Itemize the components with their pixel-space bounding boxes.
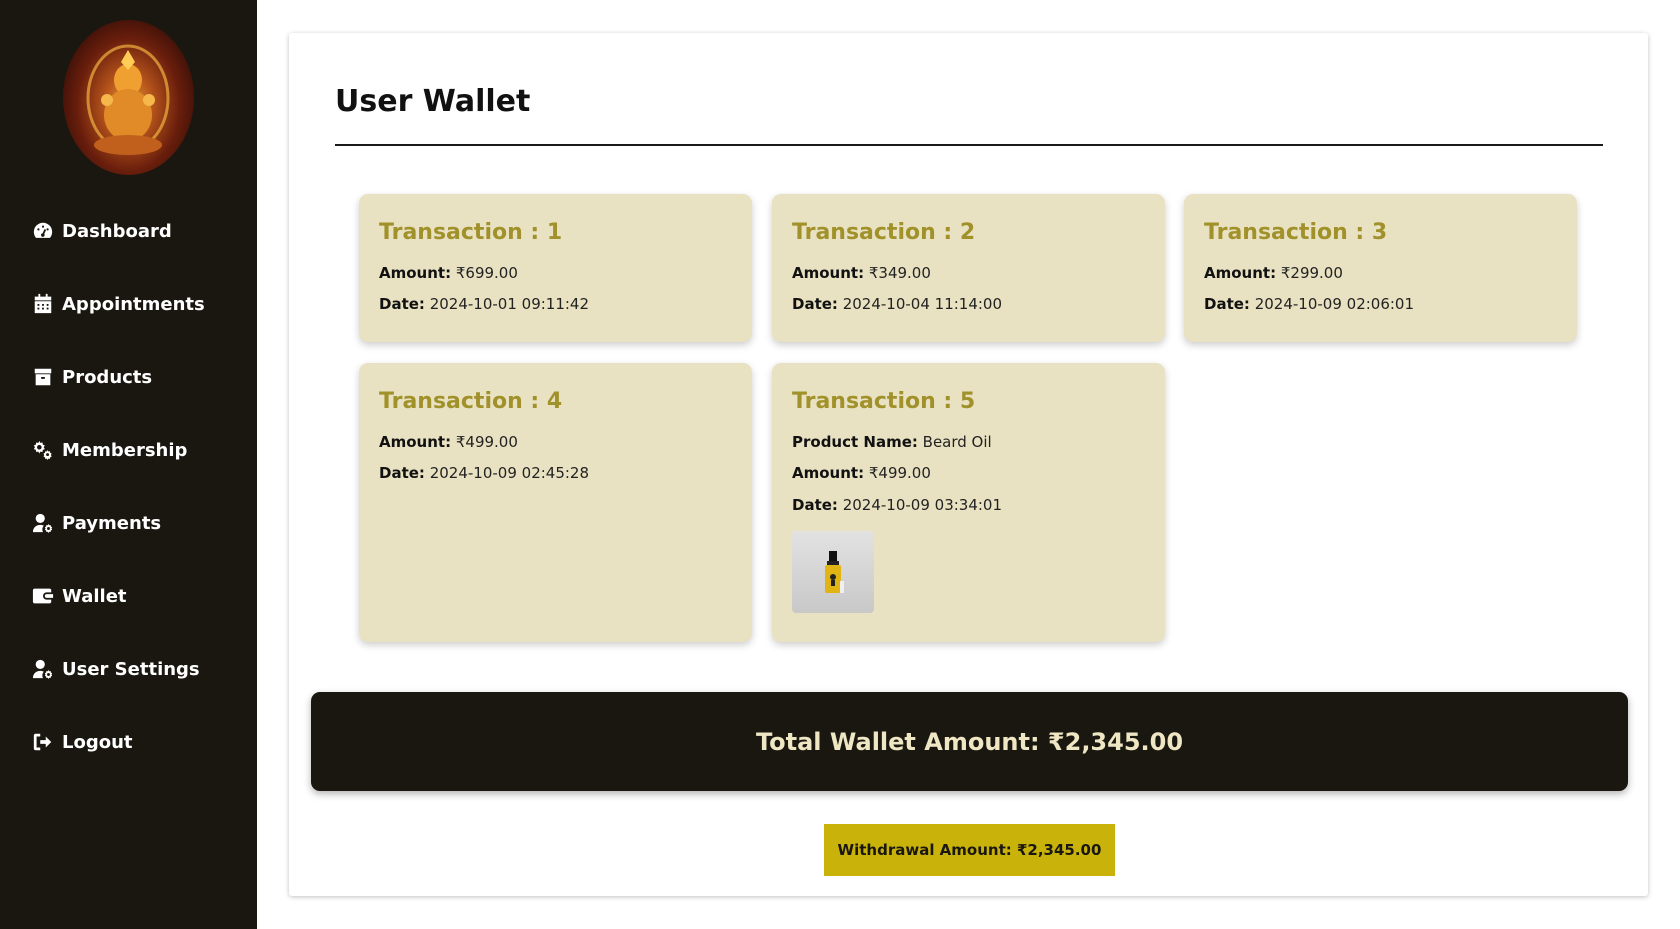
transaction-amount: Amount: ₹499.00 [379, 433, 518, 451]
amount-label: Amount: [379, 433, 452, 451]
withdrawal-button[interactable]: Withdrawal Amount: ₹2,345.00 [824, 824, 1115, 876]
transaction-card: Transaction : 4 Amount: ₹499.00 Date: 20… [359, 363, 752, 642]
sidebar-item-membership[interactable]: Membership [32, 436, 187, 464]
logout-icon [33, 733, 52, 751]
date-label: Date: [1204, 295, 1250, 313]
transaction-date: Date: 2024-10-04 11:14:00 [792, 295, 1002, 313]
sidebar-item-label: Appointments [62, 293, 205, 315]
product-label: Product Name: [792, 433, 918, 451]
transaction-amount: Amount: ₹299.00 [1204, 264, 1343, 282]
transaction-date: Date: 2024-10-09 03:34:01 [792, 496, 1002, 514]
transaction-title: Transaction : 1 [379, 220, 563, 245]
amount-label: Amount: [792, 464, 865, 482]
date-value: 2024-10-04 11:14:00 [842, 295, 1003, 313]
amount-value: ₹349.00 [868, 264, 931, 282]
amount-label: Amount: [379, 264, 452, 282]
date-label: Date: [792, 295, 838, 313]
transaction-date: Date: 2024-10-01 09:11:42 [379, 295, 589, 313]
sidebar-item-user-settings[interactable]: User Settings [32, 655, 200, 683]
sidebar-item-label: Wallet [62, 585, 127, 607]
product-image [792, 531, 874, 613]
transaction-card: Transaction : 5 Product Name: Beard Oil … [772, 363, 1165, 642]
box-icon [34, 368, 52, 386]
date-value: 2024-10-09 02:45:28 [429, 464, 590, 482]
amount-value: ₹499.00 [455, 433, 518, 451]
sidebar-item-label: User Settings [62, 658, 200, 680]
total-wallet-amount: Total Wallet Amount: ₹2,345.00 [755, 727, 1184, 756]
date-label: Date: [379, 464, 425, 482]
amount-value: ₹499.00 [868, 464, 931, 482]
amount-value: ₹299.00 [1280, 264, 1343, 282]
amount-label: Amount: [792, 264, 865, 282]
transaction-date: Date: 2024-10-09 02:45:28 [379, 464, 589, 482]
page-title: User Wallet [335, 84, 531, 119]
transaction-title: Transaction : 2 [792, 220, 976, 245]
date-label: Date: [379, 295, 425, 313]
sidebar: Dashboard Appointments Products Membersh… [0, 0, 257, 929]
transaction-title: Transaction : 4 [379, 389, 563, 414]
transaction-card: Transaction : 2 Amount: ₹349.00 Date: 20… [772, 194, 1165, 342]
transaction-title: Transaction : 5 [792, 389, 976, 414]
sidebar-item-label: Logout [62, 731, 133, 753]
product-value: Beard Oil [922, 433, 992, 451]
sidebar-item-logout[interactable]: Logout [32, 728, 133, 756]
transaction-card: Transaction : 1 Amount: ₹699.00 Date: 20… [359, 194, 752, 342]
transaction-amount: Amount: ₹699.00 [379, 264, 518, 282]
sidebar-item-label: Membership [62, 439, 188, 461]
amount-value: ₹699.00 [455, 264, 518, 282]
transaction-amount: Amount: ₹349.00 [792, 264, 931, 282]
sidebar-item-products[interactable]: Products [32, 363, 152, 391]
date-value: 2024-10-09 02:06:01 [1254, 295, 1415, 313]
sidebar-item-label: Payments [62, 512, 162, 534]
sidebar-item-appointments[interactable]: Appointments [32, 290, 205, 318]
transaction-card: Transaction : 3 Amount: ₹299.00 Date: 20… [1184, 194, 1577, 342]
dashboard-gauge-icon [33, 222, 53, 238]
amount-label: Amount: [1204, 264, 1277, 282]
date-value: 2024-10-09 03:34:01 [842, 496, 1003, 514]
title-divider [335, 144, 1603, 146]
user-gear-icon [32, 513, 53, 534]
sidebar-item-wallet[interactable]: Wallet [32, 582, 127, 610]
sidebar-item-label: Dashboard [62, 220, 172, 242]
transaction-title: Transaction : 3 [1204, 220, 1388, 245]
ganesha-logo [63, 20, 194, 175]
gears-icon [33, 440, 52, 461]
date-value: 2024-10-01 09:11:42 [429, 295, 590, 313]
total-wallet-amount-bar: Total Wallet Amount: ₹2,345.00 [311, 692, 1628, 791]
date-label: Date: [792, 496, 838, 514]
transaction-product: Product Name: Beard Oil [792, 433, 992, 451]
sidebar-item-dashboard[interactable]: Dashboard [32, 217, 172, 245]
sidebar-item-payments[interactable]: Payments [32, 509, 161, 537]
user-gear-icon [32, 659, 53, 680]
sidebar-item-label: Products [62, 366, 153, 388]
calendar-icon [34, 293, 52, 314]
transaction-date: Date: 2024-10-09 02:06:01 [1204, 295, 1414, 313]
transaction-amount: Amount: ₹499.00 [792, 464, 931, 482]
wallet-icon [32, 588, 54, 604]
